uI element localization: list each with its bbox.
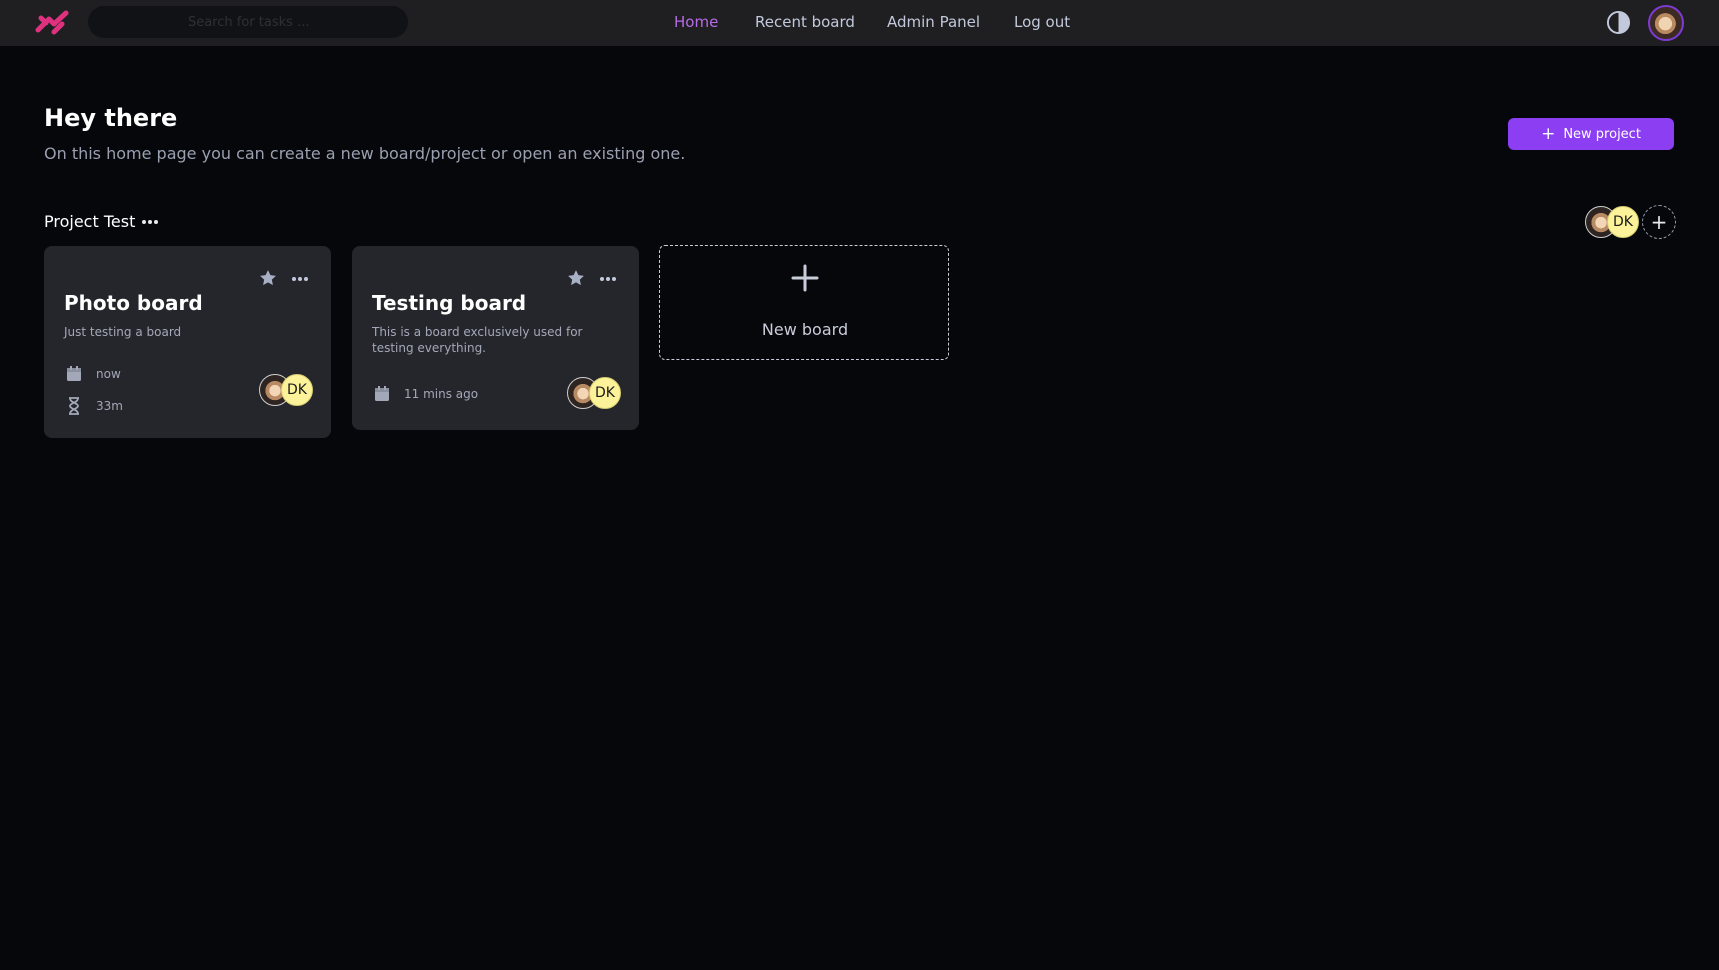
hourglass-icon xyxy=(69,397,79,415)
board-created: 11 mins ago xyxy=(372,384,478,404)
project-name[interactable]: Project Test xyxy=(44,212,135,231)
top-navbar: Home Recent board Admin Panel Log out xyxy=(0,0,1719,46)
new-board-label: New board xyxy=(761,320,849,339)
member-avatar-initials[interactable]: DK xyxy=(589,377,621,409)
nav-home[interactable]: Home xyxy=(674,13,718,31)
nav-recent-board[interactable]: Recent board xyxy=(755,13,855,31)
more-options-icon[interactable] xyxy=(141,213,159,231)
board-created-text: 11 mins ago xyxy=(404,387,479,401)
nav-admin-panel[interactable]: Admin Panel xyxy=(887,13,980,31)
board-members: DK xyxy=(567,376,623,412)
board-created: now xyxy=(64,364,121,384)
board-duration-text: 33m xyxy=(96,399,123,413)
board-created-text: now xyxy=(96,367,121,381)
page-subtitle: On this home page you can create a new b… xyxy=(44,144,686,163)
board-duration: 33m xyxy=(64,396,123,416)
board-card[interactable]: Photo board Just testing a board now 33m… xyxy=(44,246,331,438)
star-icon[interactable] xyxy=(258,268,278,288)
page-title: Hey there xyxy=(44,104,178,132)
nav-log-out[interactable]: Log out xyxy=(1014,13,1070,31)
calendar-icon xyxy=(375,386,389,401)
star-icon[interactable] xyxy=(566,268,586,288)
add-member-button[interactable]: + xyxy=(1642,205,1676,239)
board-card[interactable]: Testing board This is a board exclusivel… xyxy=(352,246,639,430)
plus-icon xyxy=(791,264,819,292)
new-project-label: New project xyxy=(1563,126,1641,142)
board-members: DK xyxy=(259,373,315,409)
calendar-icon xyxy=(67,366,81,381)
new-board-button[interactable]: New board xyxy=(659,245,949,360)
user-avatar[interactable] xyxy=(1648,5,1684,41)
more-options-icon[interactable] xyxy=(599,270,617,288)
member-avatar-initials[interactable]: DK xyxy=(1607,206,1639,238)
board-title: Photo board xyxy=(64,291,203,315)
board-title: Testing board xyxy=(372,291,527,315)
plus-icon: + xyxy=(1541,123,1556,144)
plus-icon: + xyxy=(1650,210,1668,234)
board-description: Just testing a board xyxy=(64,325,182,339)
new-project-button[interactable]: + New project xyxy=(1508,118,1674,150)
contrast-icon[interactable] xyxy=(1606,10,1631,35)
member-avatar-initials[interactable]: DK xyxy=(281,374,313,406)
main-nav: Home Recent board Admin Panel Log out xyxy=(0,0,1719,46)
board-description: This is a board exclusively used for tes… xyxy=(372,325,583,355)
more-options-icon[interactable] xyxy=(291,270,309,288)
